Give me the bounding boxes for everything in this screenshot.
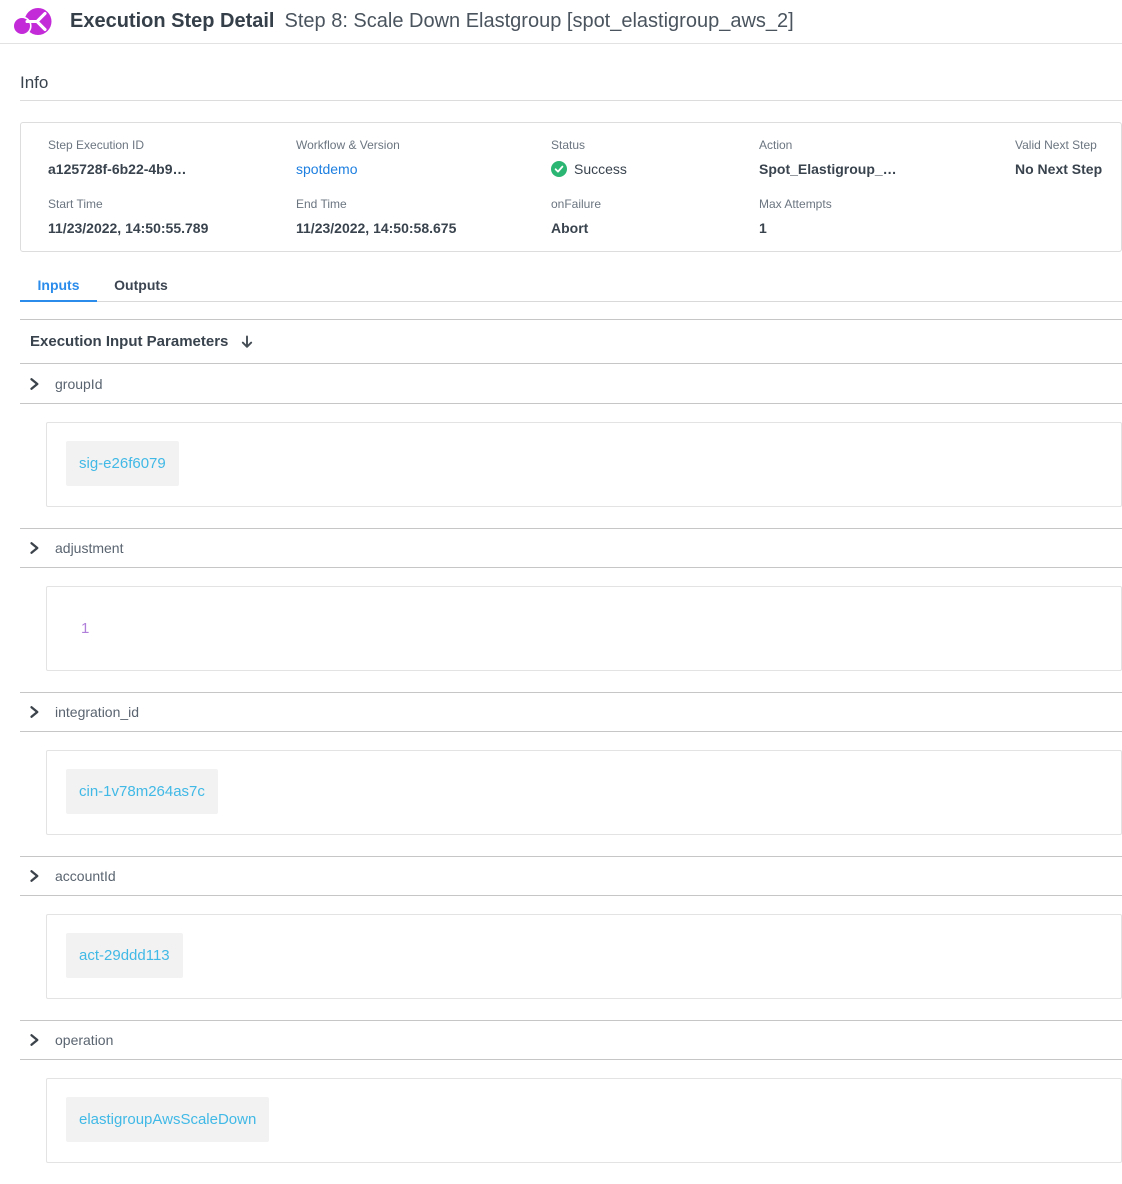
field-label: Max Attempts: [759, 197, 1015, 211]
workflow-link[interactable]: spotdemo: [296, 161, 551, 177]
collapse-all-arrow-down-icon[interactable]: [239, 334, 255, 350]
info-field-max-attempts: Max Attempts 1: [759, 197, 1015, 256]
param-section-operation: operation elastigroupAwsScaleDown: [20, 1020, 1122, 1184]
param-value-panel: elastigroupAwsScaleDown: [46, 1078, 1122, 1163]
page-header: Execution Step Detail Step 8: Scale Down…: [0, 0, 1122, 44]
info-card: Step Execution ID a125728f-6b22-4b9… Wor…: [20, 122, 1122, 252]
chevron-right-icon: [27, 541, 41, 555]
param-value-groupid: sig-e26f6079: [66, 441, 179, 486]
param-section-integration-id: integration_id cin-1v78m264as7c: [20, 692, 1122, 856]
param-body: 1: [20, 568, 1122, 692]
param-row-operation[interactable]: operation: [20, 1020, 1122, 1060]
valid-next-step-value: No Next Step: [1015, 161, 1121, 177]
info-card-spacer: [1015, 197, 1121, 256]
action-value: Spot_Elastigroup_…: [759, 161, 1015, 177]
step-execution-id-value: a125728f-6b22-4b9…: [48, 161, 296, 177]
field-label: Step Execution ID: [48, 138, 296, 152]
tab-inputs[interactable]: Inputs: [20, 269, 97, 301]
tab-outputs[interactable]: Outputs: [97, 269, 185, 301]
param-value-integration-id: cin-1v78m264as7c: [66, 769, 218, 814]
param-section-groupid: groupId sig-e26f6079: [20, 364, 1122, 528]
param-body: elastigroupAwsScaleDown: [20, 1060, 1122, 1184]
param-value-panel: act-29ddd113: [46, 914, 1122, 999]
param-name: accountId: [55, 868, 116, 884]
info-field-start-time: Start Time 11/23/2022, 14:50:55.789: [48, 197, 296, 256]
param-value-panel: sig-e26f6079: [46, 422, 1122, 507]
info-field-workflow-version: Workflow & Version spotdemo: [296, 138, 551, 197]
status-text: Success: [574, 161, 627, 177]
start-time-value: 11/23/2022, 14:50:55.789: [48, 220, 296, 236]
field-label: onFailure: [551, 197, 759, 211]
field-label: Status: [551, 138, 759, 152]
param-section-adjustment: adjustment 1: [20, 528, 1122, 692]
field-label: Valid Next Step: [1015, 138, 1121, 152]
field-label: Action: [759, 138, 1015, 152]
info-section-heading: Info: [20, 73, 1122, 93]
param-body: cin-1v78m264as7c: [20, 732, 1122, 856]
param-row-groupid[interactable]: groupId: [20, 364, 1122, 404]
page-subtitle: Step 8: Scale Down Elastgroup [spot_elas…: [285, 10, 794, 33]
param-row-integration-id[interactable]: integration_id: [20, 692, 1122, 732]
param-name: groupId: [55, 376, 102, 392]
success-check-icon: [551, 161, 567, 177]
status-badge: Success: [551, 161, 759, 177]
info-field-status: Status Success: [551, 138, 759, 197]
info-field-action: Action Spot_Elastigroup_…: [759, 138, 1015, 197]
execution-input-parameters-title: Execution Input Parameters: [30, 333, 228, 350]
param-name: integration_id: [55, 704, 139, 720]
param-value-adjustment: 1: [81, 620, 89, 637]
param-body: sig-e26f6079: [20, 404, 1122, 528]
end-time-value: 11/23/2022, 14:50:58.675: [296, 220, 551, 236]
info-field-end-time: End Time 11/23/2022, 14:50:58.675: [296, 197, 551, 256]
chevron-right-icon: [27, 705, 41, 719]
inputs-outputs-tabs: Inputs Outputs: [20, 269, 1122, 302]
page-title: Execution Step Detail: [70, 10, 275, 33]
spot-logo-icon: [10, 5, 56, 39]
divider: [20, 100, 1122, 101]
execution-input-parameters-header: Execution Input Parameters: [20, 320, 1122, 364]
field-label: End Time: [296, 197, 551, 211]
param-value-accountid: act-29ddd113: [66, 933, 183, 978]
field-label: Workflow & Version: [296, 138, 551, 152]
param-value-panel: cin-1v78m264as7c: [46, 750, 1122, 835]
field-label: Start Time: [48, 197, 296, 211]
max-attempts-value: 1: [759, 220, 1015, 236]
onfailure-value: Abort: [551, 220, 759, 236]
chevron-right-icon: [27, 1033, 41, 1047]
info-field-onfailure: onFailure Abort: [551, 197, 759, 256]
param-value-operation: elastigroupAwsScaleDown: [66, 1097, 269, 1142]
param-value-panel: 1: [46, 586, 1122, 671]
info-field-step-execution-id: Step Execution ID a125728f-6b22-4b9…: [48, 138, 296, 197]
chevron-right-icon: [27, 377, 41, 391]
param-name: adjustment: [55, 540, 123, 556]
param-row-accountid[interactable]: accountId: [20, 856, 1122, 896]
chevron-right-icon: [27, 869, 41, 883]
info-field-valid-next-step: Valid Next Step No Next Step: [1015, 138, 1121, 197]
param-row-adjustment[interactable]: adjustment: [20, 528, 1122, 568]
param-section-accountid: accountId act-29ddd113: [20, 856, 1122, 1020]
param-body: act-29ddd113: [20, 896, 1122, 1020]
param-name: operation: [55, 1032, 113, 1048]
